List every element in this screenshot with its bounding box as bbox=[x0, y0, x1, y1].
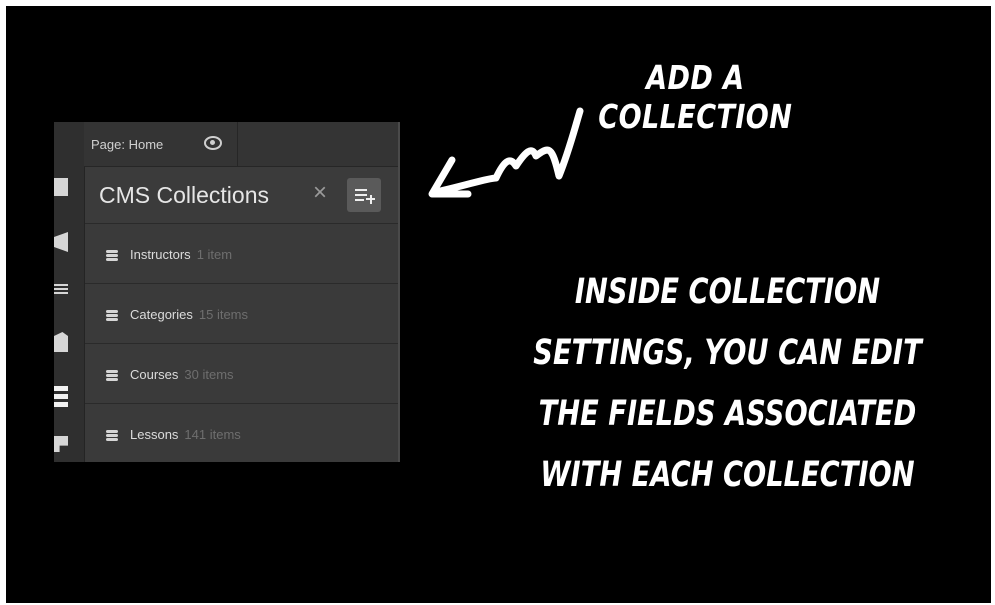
collection-name: Lessons bbox=[130, 427, 179, 442]
database-icon bbox=[106, 250, 118, 261]
top-bar: Page: Home bbox=[84, 122, 400, 167]
page-selector[interactable]: Page: Home bbox=[91, 137, 163, 152]
add-collection-icon-line bbox=[355, 199, 364, 201]
cms-icon[interactable] bbox=[54, 386, 68, 408]
collection-row[interactable]: Categories 15 items bbox=[85, 284, 400, 344]
collection-label: Lessons 141 items bbox=[130, 427, 241, 442]
add-collection-icon-line bbox=[355, 194, 367, 196]
add-collection-button[interactable] bbox=[347, 178, 381, 212]
collection-count: 30 items bbox=[184, 367, 234, 382]
collection-row[interactable]: Lessons 141 items bbox=[85, 404, 400, 462]
topbar-divider bbox=[237, 122, 238, 166]
collection-label: Instructors 1 item bbox=[130, 247, 232, 262]
arrow-squiggle bbox=[432, 107, 584, 196]
collection-name: Courses bbox=[130, 367, 179, 382]
cms-collections-header: CMS Collections × bbox=[85, 167, 400, 224]
assets-icon[interactable] bbox=[54, 436, 68, 452]
database-icon bbox=[106, 310, 118, 321]
add-collection-icon bbox=[355, 189, 367, 191]
collection-row[interactable]: Instructors 1 item bbox=[85, 224, 400, 284]
database-icon bbox=[106, 370, 118, 381]
collection-name: Instructors bbox=[130, 247, 191, 262]
pages-icon[interactable] bbox=[54, 332, 68, 352]
collection-name: Categories bbox=[130, 307, 193, 322]
webflow-panel: Page: Home CMS Collections × Instructors… bbox=[54, 122, 400, 462]
collection-row[interactable]: Courses 30 items bbox=[85, 344, 400, 404]
annotation-text: INSIDE COLLECTION SETTINGS, YOU CAN EDIT… bbox=[533, 272, 922, 495]
eye-icon[interactable] bbox=[204, 136, 222, 150]
close-icon[interactable]: × bbox=[313, 179, 327, 207]
panel-edge bbox=[398, 122, 400, 462]
plus-icon bbox=[369, 194, 372, 204]
cms-collections-title: CMS Collections bbox=[99, 182, 269, 208]
collection-label: Courses 30 items bbox=[130, 367, 234, 382]
collection-count: 1 item bbox=[196, 247, 233, 262]
add-collection-annotation: ADD A COLLECTION bbox=[598, 58, 793, 136]
database-icon bbox=[106, 430, 118, 441]
collection-count: 15 items bbox=[198, 307, 249, 322]
collection-settings-annotation: INSIDE COLLECTION SETTINGS, YOU CAN EDIT… bbox=[460, 262, 995, 506]
collection-label: Categories 15 items bbox=[130, 307, 248, 322]
navigator-icon[interactable] bbox=[54, 284, 68, 294]
collection-count: 141 items bbox=[184, 427, 241, 442]
squiggle-arrow-icon bbox=[428, 107, 584, 198]
add-panel-icon[interactable] bbox=[54, 178, 68, 196]
left-icon-rail bbox=[54, 122, 85, 462]
box-icon[interactable] bbox=[54, 232, 68, 252]
